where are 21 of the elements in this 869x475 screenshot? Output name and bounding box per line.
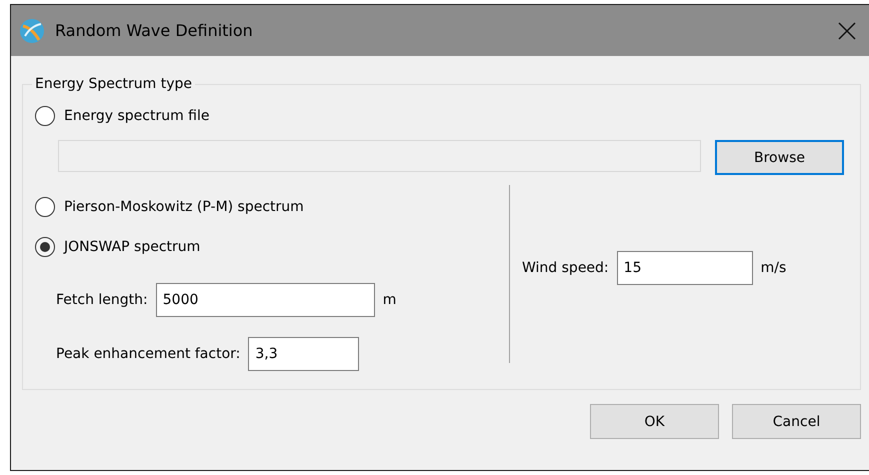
unit-label: m/s [760,260,786,276]
peak-enhancement-field[interactable]: 3,3 [248,337,360,371]
radio-button[interactable] [35,237,55,257]
radio-label: JONSWAP spectrum [64,239,200,255]
peak-enhancement-label: Peak enhancement factor: [56,346,240,362]
radio-label: Energy spectrum file [64,108,210,124]
ok-button[interactable]: OK [590,404,719,439]
cancel-button[interactable]: Cancel [732,404,861,439]
close-icon[interactable] [837,20,857,40]
fetch-length-field[interactable]: 5000 [156,283,375,317]
wind-speed-label: Wind speed: [522,260,609,276]
globe-icon [19,18,45,44]
window-title: Random Wave Definition [55,21,254,40]
radio-button[interactable] [35,197,55,217]
radio-button[interactable] [35,106,55,126]
wind-speed-field[interactable]: 15 [616,251,753,285]
fetch-length-label: Fetch length: [56,292,148,308]
radio-label: Pierson-Moskowitz (P-M) spectrum [64,199,304,215]
group-title: Energy Spectrum type [34,76,194,92]
unit-label: m [382,292,396,308]
browse-button[interactable]: Browse [715,140,844,175]
